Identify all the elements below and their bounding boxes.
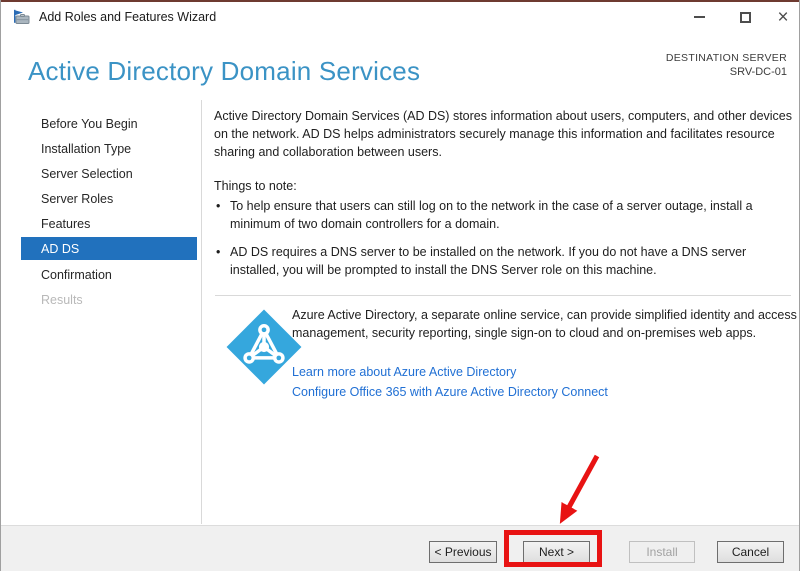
page-title: Active Directory Domain Services — [28, 56, 421, 86]
destination-server-block: DESTINATION SERVER SRV-DC-01 — [666, 52, 787, 78]
sidebar-separator — [201, 100, 202, 524]
wizard-steps-sidebar: Before You Begin Installation Type Serve… — [1, 100, 201, 525]
azure-description: Azure Active Directory, a separate onlin… — [292, 308, 797, 340]
close-button[interactable]: × — [767, 2, 799, 32]
sidebar-item-ad-ds[interactable]: AD DS — [21, 237, 197, 260]
next-button[interactable]: Next > — [523, 541, 590, 563]
sidebar-item-server-selection[interactable]: Server Selection — [21, 162, 197, 185]
note-item-domain-controllers: To help ensure that users can still log … — [214, 197, 796, 233]
intro-paragraph: Active Directory Domain Services (AD DS)… — [214, 109, 793, 159]
titlebar[interactable]: Add Roles and Features Wizard × — [1, 2, 799, 32]
minimize-button[interactable] — [683, 2, 715, 32]
section-divider — [215, 295, 791, 296]
maximize-icon — [739, 11, 751, 23]
sidebar-item-features[interactable]: Features — [21, 212, 197, 235]
cancel-button[interactable]: Cancel — [717, 541, 784, 563]
link-learn-more-azure-ad[interactable]: Learn more about Azure Active Directory — [292, 365, 516, 379]
window-title: Add Roles and Features Wizard — [39, 10, 217, 24]
sidebar-item-before-you-begin[interactable]: Before You Begin — [21, 112, 197, 135]
sidebar-item-results: Results — [41, 292, 83, 307]
sidebar-item-confirmation[interactable]: Confirmation — [21, 263, 197, 286]
close-icon: × — [777, 6, 789, 28]
things-to-note-label: Things to note: — [214, 179, 297, 193]
link-configure-office365[interactable]: Configure Office 365 with Azure Active D… — [292, 385, 608, 399]
server-manager-icon — [13, 9, 31, 25]
sidebar-item-server-roles[interactable]: Server Roles — [21, 187, 197, 210]
note-item-dns-server: AD DS requires a DNS server to be instal… — [214, 243, 796, 279]
add-roles-features-wizard-window: Add Roles and Features Wizard × Active D… — [0, 0, 800, 571]
minimize-icon — [693, 16, 705, 18]
destination-server-label: DESTINATION SERVER — [665, 52, 787, 64]
wizard-header: Active Directory Domain Services DESTINA… — [1, 32, 799, 100]
install-button: Install — [629, 541, 695, 563]
notes-list: To help ensure that users can still log … — [214, 197, 796, 289]
destination-server-name: SRV-DC-01 — [729, 66, 787, 78]
sidebar-item-installation-type[interactable]: Installation Type — [21, 137, 197, 160]
previous-button[interactable]: < Previous — [429, 541, 497, 563]
maximize-button[interactable] — [729, 2, 761, 32]
